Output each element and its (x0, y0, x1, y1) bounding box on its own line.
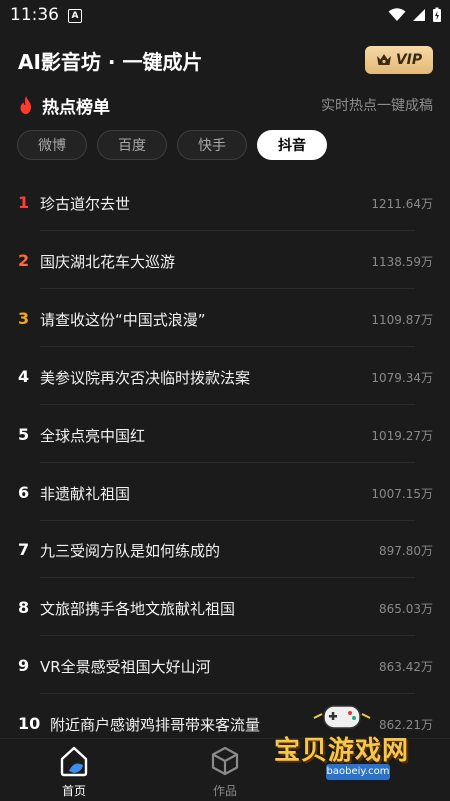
topic-title: 全球点亮中国红 (40, 427, 146, 445)
tab-kuaishou[interactable]: 快手 (177, 130, 247, 160)
box-icon (211, 746, 239, 776)
list-item[interactable]: 5 全球点亮中国红 1019.27万 (0, 406, 450, 463)
home-icon (60, 746, 88, 777)
list-item[interactable]: 8 文旅部携手各地文旅献礼祖国 865.03万 (0, 579, 450, 636)
divider (40, 230, 415, 231)
notification-a-icon: A (68, 9, 82, 23)
rank-number: 8 (18, 598, 30, 617)
rank-number: 5 (18, 425, 30, 444)
vip-button[interactable]: VIP (365, 46, 433, 74)
nav-works[interactable]: 作品 (195, 745, 255, 799)
heat-count: 1007.15万 (371, 487, 433, 501)
topic-title: 附近商户感谢鸡排哥带来客流量 (50, 716, 261, 734)
hot-list-title: 热点榜单 (42, 97, 110, 118)
status-time: 11:36 (10, 5, 59, 25)
tab-douyin[interactable]: 抖音 (257, 130, 327, 160)
divider (40, 577, 415, 578)
heat-count: 1019.27万 (371, 429, 433, 443)
topic-title: 文旅部携手各地文旅献礼祖国 (40, 600, 236, 618)
status-icons (388, 7, 442, 23)
fire-icon (20, 96, 31, 114)
heat-count: 865.03万 (379, 602, 433, 616)
signal-icon (413, 9, 425, 21)
hot-list-subtitle[interactable]: 实时热点一键成稿 (321, 95, 433, 115)
heat-count: 1211.64万 (371, 197, 433, 211)
divider (40, 635, 415, 636)
heat-count: 1109.87万 (371, 313, 433, 327)
list-item[interactable]: 2 国庆湖北花车大巡游 1138.59万 (0, 232, 450, 289)
topic-title: 请查收这份“中国式浪漫” (40, 311, 206, 329)
rank-number: 7 (18, 540, 30, 559)
nav-home-label: 首页 (61, 784, 86, 798)
rank-number: 3 (18, 309, 30, 328)
heat-count: 897.80万 (379, 544, 433, 558)
topic-title: 美参议院再次否决临时拨款法案 (40, 369, 251, 387)
status-bar: 11:36 A (0, 0, 450, 32)
list-item[interactable]: 6 非遗献礼祖国 1007.15万 (0, 464, 450, 521)
topic-title: 非遗献礼祖国 (40, 485, 131, 503)
list-item[interactable]: 9 VR全景感受祖国大好山河 863.42万 (0, 637, 450, 694)
wifi-icon (388, 8, 406, 21)
nav-works-label: 作品 (212, 784, 237, 798)
divider (40, 288, 415, 289)
watermark-text: 宝贝游戏网 (274, 736, 410, 766)
topic-title: 珍古道尔去世 (40, 195, 131, 213)
battery-icon (433, 7, 441, 22)
watermark: 宝贝游戏网 baobeiy.com (268, 700, 448, 800)
list-item[interactable]: 1 珍古道尔去世 1211.64万 (0, 174, 450, 231)
divider (40, 693, 415, 694)
topic-title: VR全景感受祖国大好山河 (40, 658, 211, 676)
watermark-url: baobeiy.com (326, 764, 390, 780)
heat-count: 1079.34万 (371, 371, 433, 385)
divider (40, 346, 415, 347)
vip-label: VIP (395, 52, 423, 68)
crown-icon (376, 54, 391, 65)
nav-home[interactable]: 首页 (44, 745, 104, 799)
tab-weibo[interactable]: 微博 (17, 130, 87, 160)
list-item[interactable]: 7 九三受阅方队是如何练成的 897.80万 (0, 521, 450, 578)
divider (40, 404, 415, 405)
gamepad-mascot-icon (313, 705, 371, 729)
heat-count: 863.42万 (379, 660, 433, 674)
heat-count: 1138.59万 (371, 255, 433, 269)
app-title: AI影音坊 · 一键成片 (18, 50, 203, 74)
rank-number: 9 (18, 656, 30, 675)
topic-title: 九三受阅方队是如何练成的 (40, 542, 221, 560)
rank-number: 6 (18, 483, 30, 502)
list-item[interactable]: 3 请查收这份“中国式浪漫” 1109.87万 (0, 290, 450, 347)
rank-number: 2 (18, 251, 30, 270)
divider (40, 462, 415, 463)
tab-baidu[interactable]: 百度 (97, 130, 167, 160)
list-item[interactable]: 4 美参议院再次否决临时拨款法案 1079.34万 (0, 348, 450, 405)
hot-list-header: 热点榜单 实时热点一键成稿 (18, 93, 433, 118)
rank-number: 4 (18, 367, 30, 386)
rank-number: 10 (18, 714, 41, 733)
platform-tabs: 微博 百度 快手 抖音 (17, 130, 327, 160)
topic-title: 国庆湖北花车大巡游 (40, 253, 176, 271)
rank-number: 1 (18, 193, 30, 212)
